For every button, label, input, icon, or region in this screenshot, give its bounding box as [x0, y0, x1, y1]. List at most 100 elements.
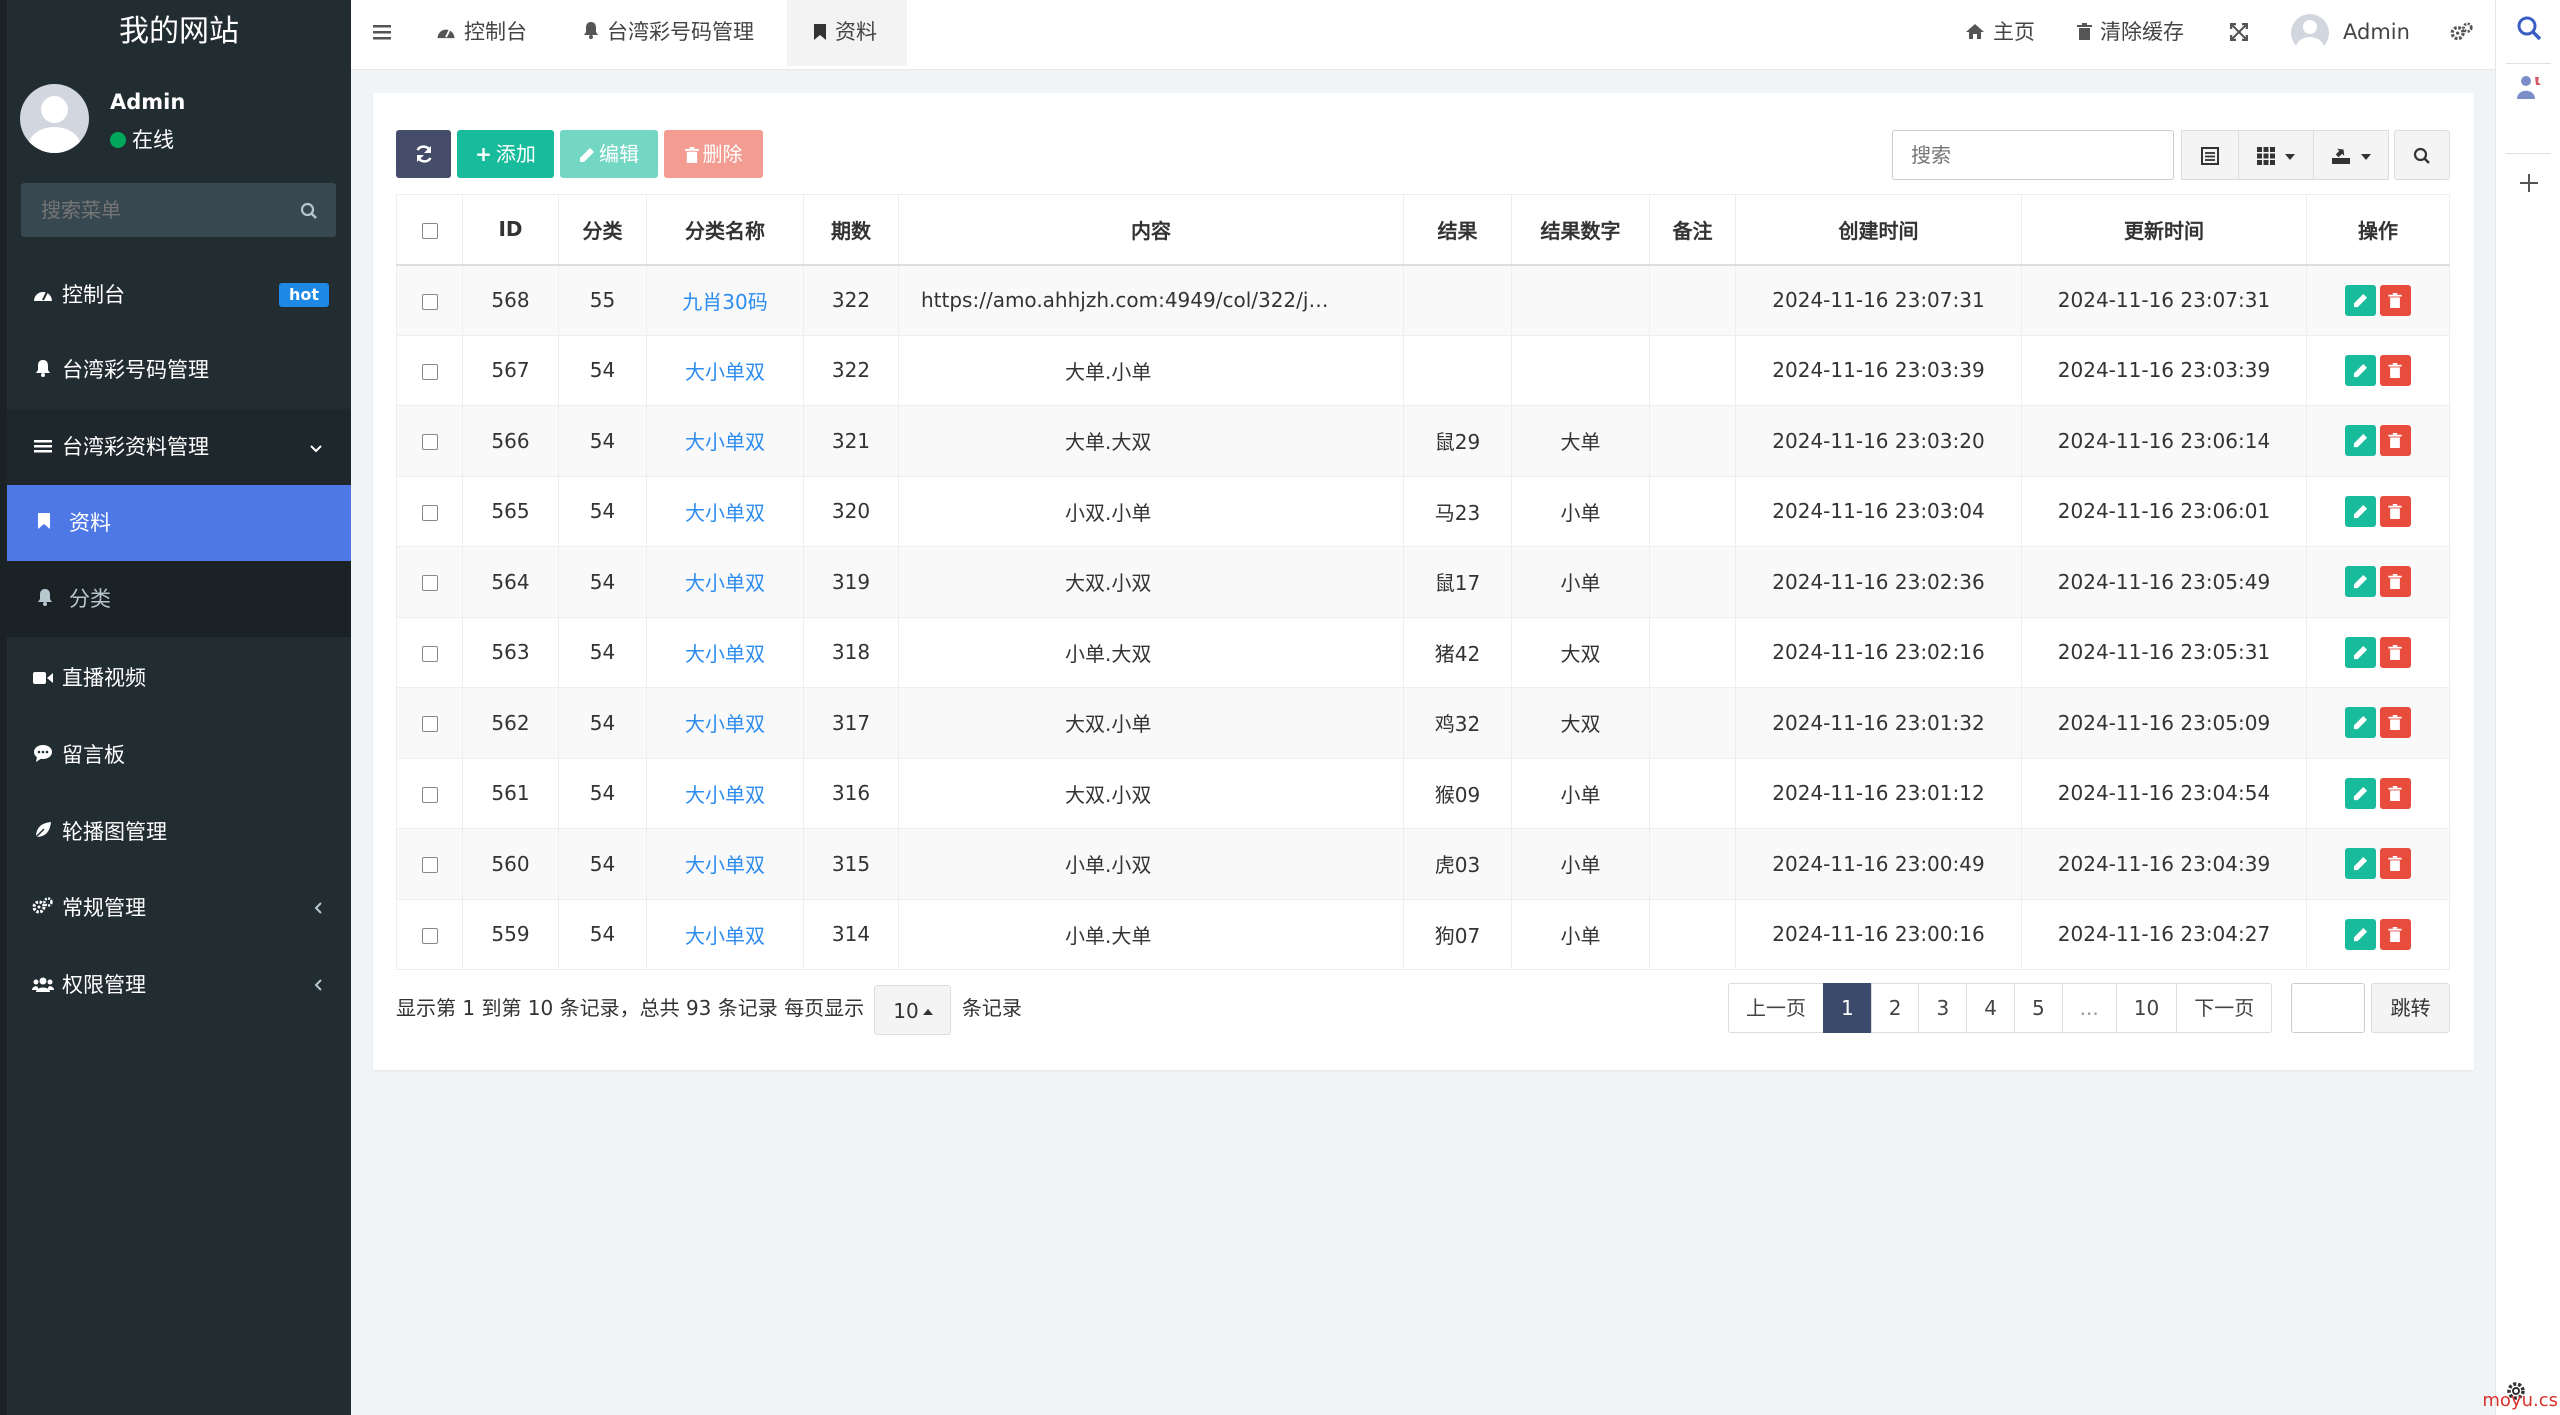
col-created[interactable]: 创建时间: [1735, 194, 2022, 266]
cell-category-name-link[interactable]: 大小单双: [646, 617, 804, 688]
table-row[interactable]: 560 54 大小单双 315 小单.小双 虎03 小单 2024-11-16 23:00:4…: [396, 828, 2450, 900]
cell-category-name-link[interactable]: 九肖30码: [646, 264, 804, 336]
refresh-button[interactable]: [396, 130, 451, 178]
search-icon[interactable]: [2496, 15, 2560, 46]
col-category[interactable]: 分类: [558, 194, 647, 266]
row-delete-button[interactable]: [2380, 284, 2411, 316]
cell-category-name-link[interactable]: 大小单双: [646, 828, 804, 900]
col-result[interactable]: 结果: [1403, 194, 1512, 266]
sidebar-toggle-icon[interactable]: [373, 0, 391, 66]
row-checkbox[interactable]: [421, 786, 438, 803]
table-row[interactable]: 563 54 大小单双 318 小单.大双 猪42 大双 2024-11-16 23:02:1…: [396, 617, 2450, 688]
page-5[interactable]: 5: [2013, 983, 2063, 1033]
table-row[interactable]: 567 54 大小单双 322 大单.小单 2024-11-16 23:03:39 2024…: [396, 335, 2450, 406]
page-2[interactable]: 2: [1870, 983, 1920, 1033]
page-10[interactable]: 10: [2115, 983, 2178, 1033]
cell-category-name-link[interactable]: 大小单双: [646, 476, 804, 547]
home-link[interactable]: 主页: [1965, 0, 2035, 66]
col-result-number[interactable]: 结果数字: [1511, 194, 1650, 266]
row-delete-button[interactable]: [2380, 707, 2411, 739]
row-checkbox[interactable]: [421, 434, 438, 451]
row-edit-button[interactable]: [2345, 566, 2376, 598]
sidebar-search-input[interactable]: [21, 183, 281, 237]
cell-category-name-link[interactable]: 大小单双: [646, 546, 804, 618]
col-updated[interactable]: 更新时间: [2021, 194, 2307, 266]
page-4[interactable]: 4: [1966, 983, 2015, 1033]
table-search-input[interactable]: [1893, 131, 2173, 179]
row-checkbox[interactable]: [421, 645, 438, 662]
row-checkbox[interactable]: [421, 857, 438, 874]
tab-data[interactable]: 资料: [787, 0, 907, 66]
row-edit-button[interactable]: [2345, 354, 2376, 386]
page-1[interactable]: 1: [1823, 983, 1872, 1033]
col-category-name[interactable]: 分类名称: [646, 194, 804, 266]
table-row[interactable]: 568 55 九肖30码 322 https://amo.ahhjzh.com:4949…: [396, 264, 2450, 336]
prev-page-button[interactable]: 上一页: [1728, 983, 1824, 1033]
tab-dashboard[interactable]: 控制台: [422, 0, 541, 66]
row-checkbox[interactable]: [421, 293, 438, 310]
col-id[interactable]: ID: [462, 194, 559, 266]
cell-category-name-link[interactable]: 大小单双: [646, 335, 804, 406]
cell-category-name-link[interactable]: 大小单双: [646, 899, 804, 970]
col-issue[interactable]: 期数: [803, 194, 899, 266]
delete-button[interactable]: 删除: [664, 130, 763, 178]
site-logo[interactable]: 我的网站: [7, 0, 351, 66]
table-row[interactable]: 565 54 大小单双 320 小双.小单 马23 小单 2024-11-16 23:03:0…: [396, 476, 2450, 547]
table-row[interactable]: 566 54 大小单双 321 大单.大双 鼠29 大单 2024-11-16 23:03:2…: [396, 405, 2450, 477]
row-delete-button[interactable]: [2380, 566, 2411, 598]
next-page-button[interactable]: 下一页: [2176, 983, 2273, 1033]
jump-page-input[interactable]: [2291, 983, 2365, 1033]
row-edit-button[interactable]: [2345, 848, 2376, 880]
row-edit-button[interactable]: [2345, 918, 2376, 950]
cell-category-name-link[interactable]: 大小单双: [646, 687, 804, 759]
search-button[interactable]: [2394, 130, 2450, 180]
table-row[interactable]: 559 54 大小单双 314 小单.大单 狗07 小单 2024-11-16 23:00:1…: [396, 899, 2450, 970]
row-edit-button[interactable]: [2345, 777, 2376, 809]
sidebar-item-guestbook[interactable]: 留言板: [7, 717, 351, 793]
sidebar-item-data[interactable]: 资料: [7, 485, 351, 561]
table-row[interactable]: 562 54 大小单双 317 大双.小单 鸡32 大双 2024-11-16 23:01:3…: [396, 687, 2450, 759]
sidebar-item-category[interactable]: 分类: [7, 561, 351, 637]
col-content[interactable]: 内容: [898, 194, 1404, 266]
row-delete-button[interactable]: [2380, 425, 2411, 457]
sidebar-item-dashboard[interactable]: 控制台 hot: [7, 257, 351, 333]
select-all-checkbox[interactable]: [421, 222, 438, 239]
sidebar-item-data-mgmt[interactable]: 台湾彩资料管理: [7, 409, 351, 485]
row-delete-button[interactable]: [2380, 495, 2411, 527]
row-delete-button[interactable]: [2380, 848, 2411, 880]
plus-icon[interactable]: [2496, 172, 2560, 199]
row-checkbox[interactable]: [421, 716, 438, 733]
sidebar-item-carousel[interactable]: 轮播图管理: [7, 794, 351, 870]
tab-number-mgmt[interactable]: 台湾彩号码管理: [569, 0, 768, 66]
cell-category-name-link[interactable]: 大小单双: [646, 758, 804, 829]
edit-button[interactable]: 编辑: [560, 130, 658, 178]
col-note[interactable]: 备注: [1649, 194, 1736, 266]
columns-button[interactable]: [2238, 130, 2314, 180]
jump-button[interactable]: 跳转: [2371, 983, 2450, 1033]
sidebar-item-live-video[interactable]: 直播视频: [7, 640, 351, 716]
row-checkbox[interactable]: [421, 927, 438, 944]
page-3[interactable]: 3: [1918, 983, 1968, 1033]
page-size-dropdown[interactable]: 10: [874, 984, 952, 1035]
table-row[interactable]: 561 54 大小单双 316 大双.小双 猴09 小单 2024-11-16 23:01:1…: [396, 758, 2450, 829]
table-row[interactable]: 564 54 大小单双 319 大双.小双 鼠17 小单 2024-11-16 23:02:3…: [396, 546, 2450, 618]
row-edit-button[interactable]: [2345, 495, 2376, 527]
row-delete-button[interactable]: [2380, 636, 2411, 668]
sidebar-item-permissions[interactable]: 权限管理: [7, 947, 351, 1023]
row-edit-button[interactable]: [2345, 284, 2376, 316]
row-delete-button[interactable]: [2380, 777, 2411, 809]
fullscreen-icon[interactable]: [2229, 0, 2249, 66]
sidebar-item-general[interactable]: 常规管理: [7, 870, 351, 946]
add-button[interactable]: + 添加: [457, 130, 554, 178]
sidebar-item-number-mgmt[interactable]: 台湾彩号码管理: [7, 332, 351, 408]
row-edit-button[interactable]: [2345, 636, 2376, 668]
row-edit-button[interactable]: [2345, 707, 2376, 739]
row-delete-button[interactable]: [2380, 918, 2411, 950]
row-edit-button[interactable]: [2345, 425, 2376, 457]
row-checkbox[interactable]: [421, 363, 438, 380]
clear-cache-button[interactable]: 清除缓存: [2077, 0, 2184, 66]
user-chess-icon[interactable]: [2496, 73, 2560, 106]
row-checkbox[interactable]: [421, 575, 438, 592]
cell-category-name-link[interactable]: 大小单双: [646, 405, 804, 477]
search-icon[interactable]: [300, 201, 318, 225]
